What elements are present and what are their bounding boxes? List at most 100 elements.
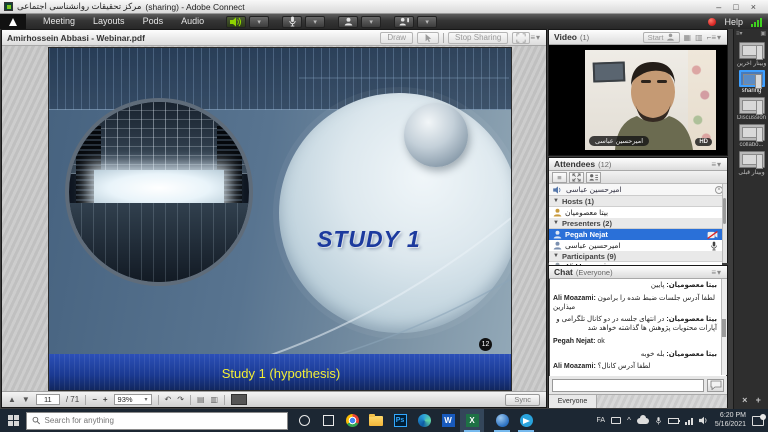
chat-message: بیتا معصومیان در انتهای جلسه در دو کانال… — [553, 316, 717, 334]
share-pod-menu-icon[interactable]: ≡▾ — [530, 33, 541, 42]
hosts-group-header[interactable]: ▼ Hosts (1) — [549, 196, 722, 207]
action-center-icon[interactable] — [752, 416, 764, 426]
tab-everyone[interactable]: Everyone — [549, 395, 597, 408]
keyboard-icon[interactable] — [611, 417, 621, 424]
draw-button[interactable]: Draw — [380, 32, 413, 44]
attendees-scrollbar[interactable] — [722, 184, 727, 263]
video-pod-count: (1) — [580, 33, 589, 42]
attendee-row-host[interactable]: بیتا معصومیان — [549, 207, 722, 218]
single-page-view-button[interactable]: ▤ — [197, 395, 205, 404]
taskbar-app-explorer[interactable] — [364, 409, 388, 432]
zoom-in-button[interactable]: + — [103, 395, 108, 404]
chat-input[interactable] — [552, 379, 704, 392]
chat-pod-menu-icon[interactable]: ≡▾ — [711, 268, 722, 277]
tray-microphone-icon[interactable] — [655, 416, 662, 426]
layout-thumbnail[interactable] — [739, 151, 765, 168]
thumbnail-panel-button[interactable] — [231, 394, 247, 405]
status-button[interactable] — [394, 16, 414, 28]
taskbar-app-active[interactable]: X — [460, 409, 484, 432]
status-dropdown[interactable]: ▾ — [417, 16, 437, 28]
page-down-button[interactable]: ▼ — [22, 395, 30, 404]
send-message-button[interactable] — [707, 379, 724, 392]
menu-help[interactable]: Help — [724, 17, 743, 27]
attendees-pod-menu-icon[interactable]: ≡▾ — [711, 160, 722, 169]
microphone-dropdown[interactable]: ▾ — [305, 16, 325, 28]
pointer-button[interactable] — [417, 32, 439, 44]
video-pod-menu-icon[interactable]: ≡▾ — [711, 33, 722, 42]
layout-thumbnail[interactable] — [739, 42, 765, 59]
speaker-button[interactable] — [226, 16, 246, 28]
taskbar-search[interactable] — [26, 412, 288, 430]
layout-item[interactable]: وبینار آخرین — [734, 42, 768, 67]
participants-group-header[interactable]: ▼ Participants (9) — [549, 251, 722, 262]
grid-view-icon[interactable]: ▦ — [684, 33, 692, 42]
redo-button[interactable]: ↷ — [177, 395, 184, 404]
network-icon[interactable] — [685, 417, 693, 425]
layout-item[interactable]: collabo... — [734, 124, 768, 148]
chrome-icon — [346, 414, 359, 427]
hidden-icons-chevron[interactable]: ^ — [627, 416, 631, 425]
taskbar-app-photoshop[interactable]: Ps — [388, 409, 412, 432]
taskbar-clock[interactable]: 6:20 PM 5/16/2021 — [715, 412, 746, 429]
layout-thumbnail[interactable] — [739, 70, 765, 87]
attendee-status-view-button[interactable] — [586, 172, 601, 183]
chat-text: لطفا آدرس کانال؟ — [598, 363, 651, 370]
task-view-button[interactable] — [316, 409, 340, 432]
page-up-button[interactable]: ▲ — [8, 395, 16, 404]
webcam-button[interactable] — [338, 16, 358, 28]
battery-icon[interactable] — [668, 418, 679, 424]
taskbar-app-chrome[interactable] — [340, 409, 364, 432]
active-speaker-audio-icon — [553, 186, 563, 194]
start-button[interactable] — [0, 409, 26, 432]
layout-item[interactable]: وبینار قبلی — [734, 151, 768, 176]
cortana-button[interactable] — [292, 409, 316, 432]
zoom-level-dropdown[interactable]: 93% ▾ — [114, 394, 152, 405]
breakout-view-button[interactable] — [569, 172, 584, 183]
attendee-list-view-button[interactable]: ≡ — [552, 172, 567, 183]
layout-thumbnail[interactable] — [739, 97, 765, 114]
chevron-down-icon: ▾ — [145, 396, 148, 403]
start-webcam-button[interactable]: Start — [643, 32, 680, 43]
maximize-button[interactable]: □ — [733, 2, 738, 12]
microphone-button[interactable] — [282, 16, 302, 28]
taskbar-app-word[interactable]: W — [436, 409, 460, 432]
menu-meeting[interactable]: Meeting — [34, 14, 84, 29]
add-layout-icon[interactable]: + — [756, 395, 761, 405]
minimize-button[interactable]: – — [716, 2, 721, 12]
stop-sharing-button[interactable]: Stop Sharing — [448, 32, 508, 44]
layout-item[interactable]: Discussion — [734, 97, 768, 121]
page-number-input[interactable]: 11 — [36, 394, 60, 405]
volume-icon[interactable] — [699, 416, 709, 425]
taskbar-app-running-2[interactable] — [514, 409, 538, 432]
menu-pods[interactable]: Pods — [134, 14, 173, 29]
host-name: بیتا معصومیان — [565, 208, 608, 217]
chat-scrollbar[interactable] — [721, 279, 727, 375]
pointer-icon — [424, 33, 432, 43]
two-page-view-button[interactable]: ▥ — [211, 395, 219, 404]
close-button[interactable]: × — [751, 2, 756, 12]
chat-pod-title: Chat — [554, 267, 573, 277]
zoom-out-button[interactable]: − — [92, 395, 97, 404]
menu-layouts[interactable]: Layouts — [84, 14, 134, 29]
webcam-dropdown[interactable]: ▾ — [361, 16, 381, 28]
attendee-row-presenter[interactable]: امیرحسین عباسی — [549, 240, 722, 251]
speaker-dropdown[interactable]: ▾ — [249, 16, 269, 28]
sync-button[interactable]: Sync — [505, 394, 540, 406]
layout-thumbnail[interactable] — [739, 124, 765, 141]
onedrive-cloud-icon[interactable] — [637, 418, 649, 424]
attendee-row-presenter-selected[interactable]: Pegah Nejat — [549, 229, 722, 240]
language-indicator[interactable]: FA — [597, 417, 606, 424]
taskbar-app-edge[interactable] — [412, 409, 436, 432]
fullscreen-button[interactable] — [512, 32, 530, 44]
search-input[interactable] — [45, 416, 282, 425]
close-layouts-panel-icon[interactable]: × — [742, 395, 747, 405]
undo-button[interactable]: ↶ — [165, 395, 172, 404]
taskbar-app-running-1[interactable] — [490, 409, 514, 432]
menu-audio[interactable]: Audio — [172, 14, 213, 29]
layouts-menu-icon[interactable]: ≡▾ — [736, 30, 743, 38]
filmstrip-view-icon[interactable]: ▥ — [695, 33, 703, 42]
layout-item-active[interactable]: sharing — [734, 70, 768, 94]
presenters-group-header[interactable]: ▼ Presenters (2) — [549, 218, 722, 229]
layouts-pin-icon[interactable]: ▣ — [760, 30, 766, 38]
adobe-logo-icon[interactable] — [0, 14, 26, 29]
